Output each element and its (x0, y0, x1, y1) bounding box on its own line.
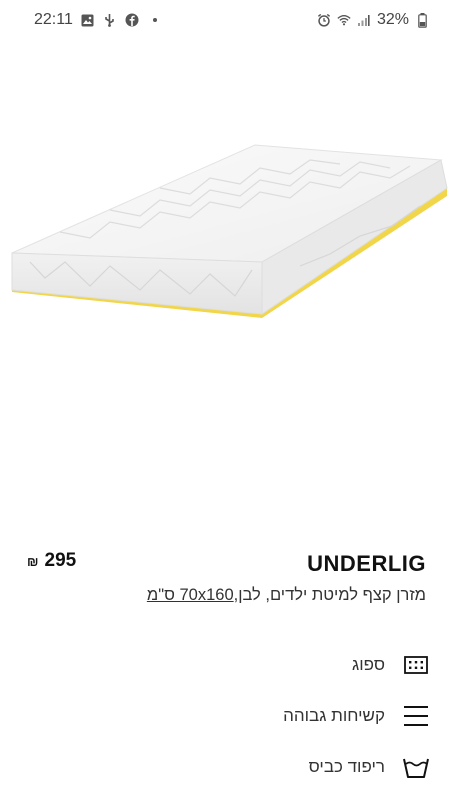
usb-icon (103, 13, 117, 27)
product-name: UNDERLIG (307, 551, 426, 576)
foam-grid-icon (403, 652, 429, 678)
status-time: 22:11 (34, 11, 73, 28)
facebook-icon (125, 13, 139, 27)
wifi-icon (337, 13, 351, 27)
feature-label: קשיחות גבוהה (283, 706, 385, 725)
feature-foam: ספוג (352, 652, 429, 678)
washable-tub-icon (403, 754, 429, 780)
battery-icon (415, 12, 429, 28)
feature-firmness: קשיחות גבוהה (283, 703, 429, 729)
notification-dot (152, 18, 157, 22)
status-left: 22:11 (34, 11, 157, 29)
feature-washable: ריפוד כביס (309, 754, 429, 780)
product-image[interactable] (0, 40, 457, 520)
firmness-lines-icon (403, 703, 429, 729)
feature-label: ריפוד כביס (308, 757, 385, 776)
mattress-illustration (11, 144, 448, 318)
feature-label: ספוג (352, 655, 385, 674)
battery-percent: 32% (376, 11, 409, 28)
gallery-icon (81, 13, 95, 27)
price-value: 295 (44, 550, 77, 571)
size-link[interactable]: 70x160 ס"מ (147, 586, 234, 604)
product-description: מזרן קצף למיטת ילדים, לבן,70x160 ס"מ (147, 586, 426, 605)
alarm-icon (317, 13, 331, 27)
currency-symbol: ₪ (27, 554, 39, 569)
signal-icon (357, 13, 371, 27)
description-text: מזרן קצף למיטת ילדים, לבן, (233, 586, 426, 604)
status-bar: 22:11 32% (0, 0, 457, 40)
product-price: ₪ 295 (27, 550, 76, 572)
status-right: 32% (317, 11, 429, 29)
